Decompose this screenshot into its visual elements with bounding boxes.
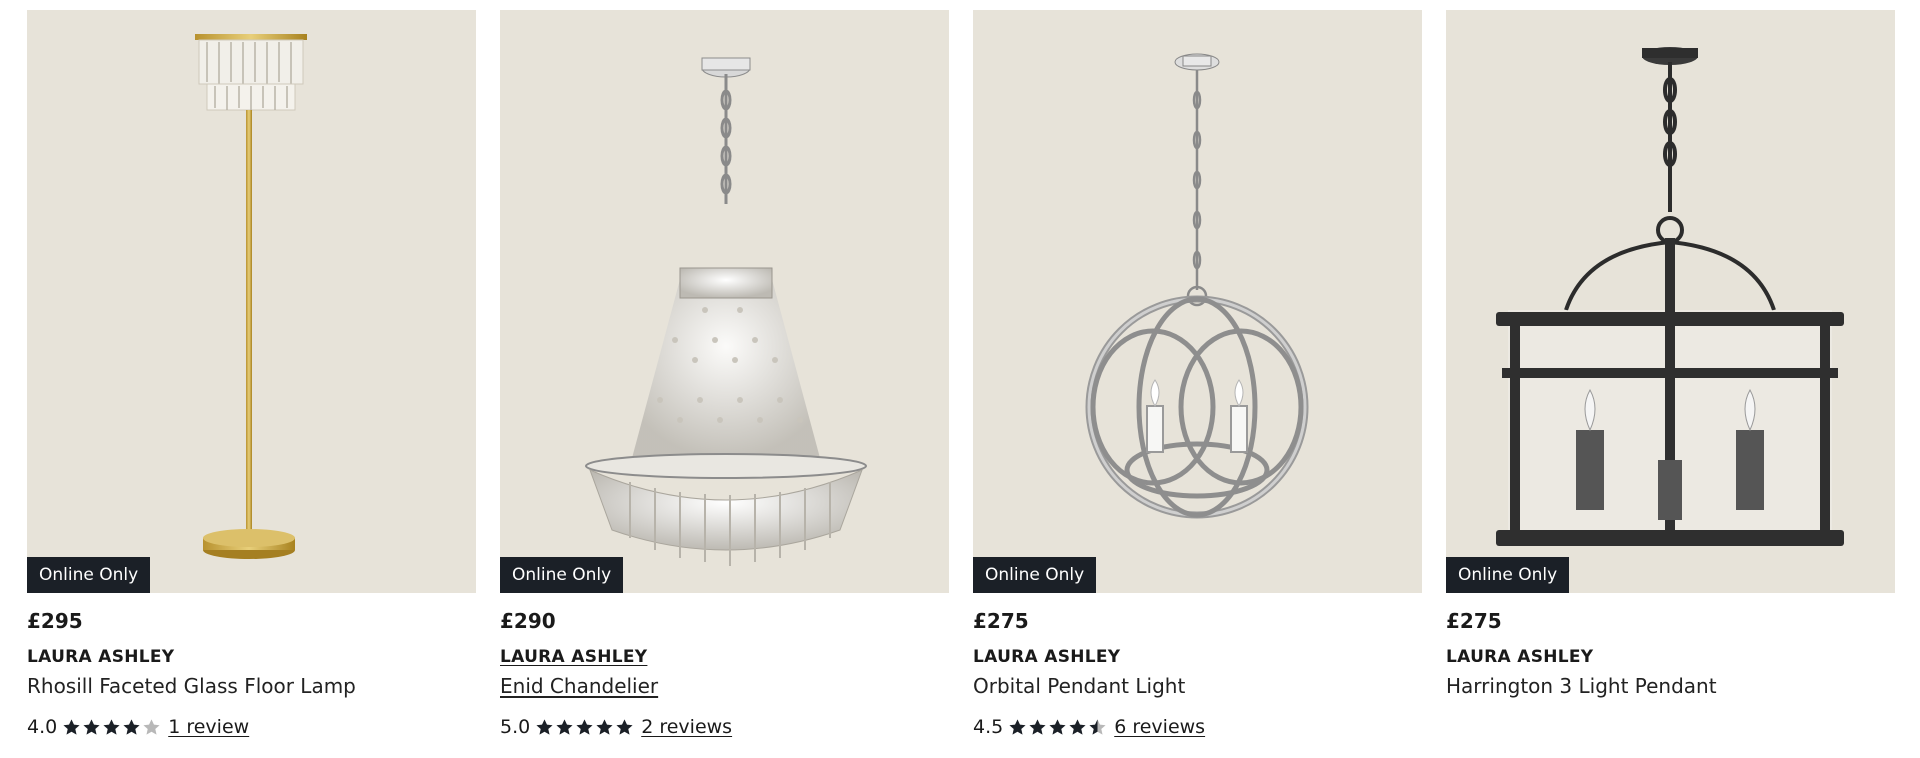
star-filled-icon bbox=[1049, 718, 1066, 735]
orb-pendant-icon bbox=[1085, 53, 1309, 519]
star-filled-icon bbox=[536, 718, 553, 735]
product-brand[interactable]: LAURA ASHLEY bbox=[500, 646, 949, 668]
product-image[interactable]: Online Only bbox=[1446, 10, 1895, 593]
rating-value: 4.5 bbox=[973, 716, 1004, 738]
star-filled-icon bbox=[1009, 718, 1026, 735]
product-rating: 4.5 6 reviews bbox=[973, 714, 1422, 740]
star-filled-icon bbox=[556, 718, 573, 735]
online-only-badge: Online Only bbox=[27, 557, 151, 593]
floor-lamp-icon bbox=[195, 34, 307, 559]
product-brand: LAURA ASHLEY bbox=[1446, 647, 1594, 667]
star-filled-icon bbox=[616, 718, 633, 735]
product-price: £295 bbox=[27, 609, 83, 633]
product-card[interactable]: Online Only £275 LAURA ASHLEY Orbital Pe… bbox=[973, 10, 1422, 740]
product-brand: LAURA ASHLEY bbox=[27, 647, 175, 667]
online-only-badge: Online Only bbox=[500, 557, 624, 593]
product-name[interactable]: Enid Chandelier bbox=[500, 672, 949, 700]
product-rating: 5.0 2 reviews bbox=[500, 714, 949, 740]
online-only-badge: Online Only bbox=[1446, 557, 1570, 593]
product-image[interactable]: Online Only bbox=[973, 10, 1422, 593]
product-grid: Online Only £295 LAURA ASHLEY Rhosill Fa… bbox=[27, 10, 1895, 740]
product-brand: LAURA ASHLEY bbox=[973, 647, 1121, 667]
star-filled-icon bbox=[63, 718, 80, 735]
product-price: £275 bbox=[973, 609, 1029, 633]
product-price: £290 bbox=[500, 609, 556, 633]
product-image[interactable]: Online Only bbox=[500, 10, 949, 593]
product-card[interactable]: Online Only £295 LAURA ASHLEY Rhosill Fa… bbox=[27, 10, 476, 740]
star-filled-icon bbox=[83, 718, 100, 735]
star-filled-icon bbox=[1029, 718, 1046, 735]
reviews-link[interactable]: 6 reviews bbox=[1114, 714, 1205, 740]
chandelier-icon bbox=[585, 57, 867, 566]
product-card[interactable]: Online Only £275 LAURA ASHLEY Harrington… bbox=[1446, 10, 1895, 740]
rating-value: 4.0 bbox=[27, 716, 58, 738]
online-only-badge: Online Only bbox=[973, 557, 1097, 593]
product-card[interactable]: Online Only £290 LAURA ASHLEY Enid Chand… bbox=[500, 10, 949, 740]
star-filled-icon bbox=[103, 718, 120, 735]
star-filled-icon bbox=[576, 718, 593, 735]
reviews-link[interactable]: 1 review bbox=[168, 714, 249, 740]
product-rating: 4.0 1 review bbox=[27, 714, 476, 740]
product-name[interactable]: Rhosill Faceted Glass Floor Lamp bbox=[27, 672, 476, 700]
rating-value: 5.0 bbox=[500, 716, 531, 738]
star-empty-icon bbox=[143, 718, 160, 735]
star-half-icon bbox=[1089, 718, 1106, 735]
rating-stars bbox=[1008, 718, 1108, 737]
star-filled-icon bbox=[596, 718, 613, 735]
rating-stars bbox=[62, 718, 162, 737]
star-filled-icon bbox=[123, 718, 140, 735]
product-name[interactable]: Harrington 3 Light Pendant bbox=[1446, 672, 1895, 700]
rating-stars bbox=[535, 718, 635, 737]
product-name[interactable]: Orbital Pendant Light bbox=[973, 672, 1422, 700]
product-image[interactable]: Online Only bbox=[27, 10, 476, 593]
reviews-link[interactable]: 2 reviews bbox=[641, 714, 732, 740]
product-price: £275 bbox=[1446, 609, 1502, 633]
star-filled-icon bbox=[1069, 718, 1086, 735]
lantern-pendant-icon bbox=[1496, 47, 1844, 546]
